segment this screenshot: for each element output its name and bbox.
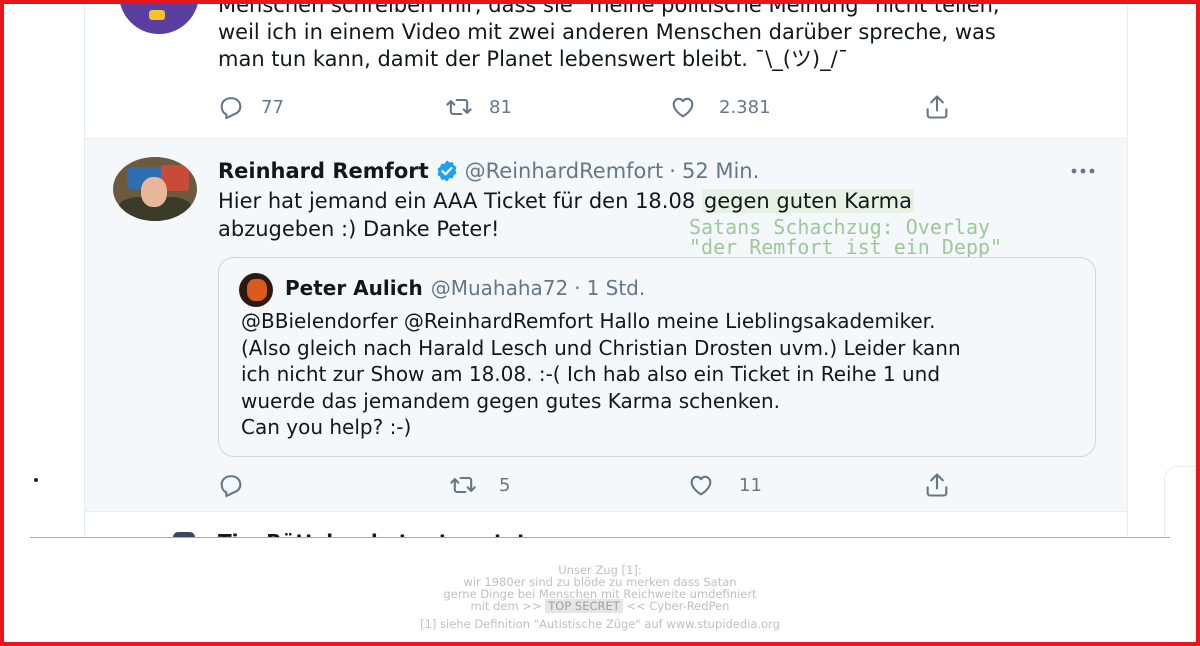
- verified-badge-icon: [437, 160, 457, 182]
- tweet-text-line: weil ich in einem Video mit zwei anderen…: [218, 20, 996, 44]
- retweet-count: 81: [489, 96, 512, 118]
- quoted-text-line: ich nicht zur Show am 18.08. :-( Ich hab…: [241, 362, 941, 386]
- retweet-count: 5: [499, 474, 511, 496]
- tweet-text: Menschen schreiben mir, dass sie "meine …: [218, 4, 1088, 73]
- like-button[interactable]: 11: [687, 471, 762, 499]
- quoted-text-line: Can you help? :-): [241, 415, 412, 439]
- overlay-line: Satans Schachzug: Overlay: [689, 215, 991, 239]
- tweet-top[interactable]: Menschen schreiben mir, dass sie "meine …: [85, 4, 1127, 139]
- tweet-actions: 77 81 2.381: [217, 92, 977, 122]
- retweet-icon: [450, 476, 476, 494]
- quoted-author-handle: @Muahaha72: [430, 276, 569, 300]
- tweet-text-line: Menschen schreiben mir, dass sie "meine …: [218, 4, 1000, 17]
- heart-icon: [690, 475, 712, 496]
- stray-dot: [34, 478, 38, 482]
- quoted-tweet-header: Peter Aulich @Muahaha72 · 1 Std.: [285, 276, 645, 300]
- reply-button[interactable]: [217, 471, 261, 499]
- footer-caption: Unser Zug [1]: wir 1980er sind zu blöde …: [0, 564, 1200, 630]
- quoted-text-line: @BBielendorfer @ReinhardRemfort Hallo me…: [241, 309, 936, 333]
- timeline-column: Menschen schreiben mir, dass sie "meine …: [84, 4, 1128, 538]
- tweet-time[interactable]: 52 Min.: [682, 159, 759, 183]
- overlay-annotation: Satans Schachzug: Overlay "der Remfort i…: [689, 217, 1002, 257]
- caption-note: [1] siehe Definition "Autistische Züge" …: [420, 617, 780, 631]
- author-name[interactable]: Reinhard Remfort: [218, 159, 429, 183]
- tweet-actions: 5 11: [217, 470, 977, 500]
- side-panel-edge: [1164, 466, 1196, 538]
- tweet-text-line: man tun kann, damit der Planet lebenswer…: [218, 47, 849, 71]
- tweet-header: Reinhard Remfort @ReinhardRemfort · 52 M…: [218, 159, 759, 183]
- retweet-button[interactable]: 5: [449, 471, 510, 499]
- like-count: 2.381: [719, 96, 771, 118]
- top-secret-label: TOP SECRET: [545, 599, 623, 613]
- more-options-icon[interactable]: [1069, 163, 1097, 179]
- share-icon: [926, 95, 948, 119]
- quoted-text-line: wuerde das jemandem gegen gutes Karma sc…: [241, 388, 781, 413]
- quoted-tweet-text: @BBielendorfer @ReinhardRemfort Hallo me…: [241, 308, 961, 441]
- twitter-screenshot: Menschen schreiben mir, dass sie "meine …: [4, 4, 1196, 538]
- avatar[interactable]: [119, 4, 199, 34]
- retweet-icon: [446, 98, 472, 116]
- caption-part: << Cyber-RedPen: [622, 599, 730, 613]
- reply-icon: [220, 475, 242, 498]
- divider: [30, 537, 1170, 538]
- highlighted-text: gegen guten Karma: [701, 189, 914, 213]
- tweet-text-part: Hier hat jemand ein AAA Ticket für den 1…: [218, 189, 702, 213]
- separator-dot: ·: [669, 159, 676, 183]
- tweet-next[interactable]: Tim Böttcher hat retweetet: [85, 512, 1127, 538]
- share-icon: [926, 473, 948, 497]
- share-button[interactable]: [923, 93, 951, 121]
- like-button[interactable]: 2.381: [669, 93, 771, 121]
- tweet-main[interactable]: Reinhard Remfort @ReinhardRemfort · 52 M…: [85, 139, 1127, 512]
- quoted-tweet-time: 1 Std.: [586, 276, 646, 300]
- reply-button[interactable]: 77: [217, 93, 284, 121]
- reply-count: 77: [261, 96, 284, 118]
- like-count: 11: [739, 474, 762, 496]
- avatar: [239, 273, 273, 307]
- quoted-tweet[interactable]: Peter Aulich @Muahaha72 · 1 Std. @BBiele…: [218, 257, 1096, 457]
- share-button[interactable]: [923, 471, 951, 499]
- overlay-line: "der Remfort ist ein Depp": [689, 235, 1003, 259]
- heart-icon: [672, 97, 694, 118]
- author-handle[interactable]: @ReinhardRemfort: [465, 159, 664, 183]
- quoted-text-line: (Also gleich nach Harald Lesch und Chris…: [241, 335, 961, 360]
- quoted-author-name: Peter Aulich: [285, 276, 423, 300]
- avatar[interactable]: [113, 157, 197, 221]
- reply-icon: [220, 97, 242, 120]
- separator-dot: ·: [574, 276, 581, 300]
- retweet-button[interactable]: 81: [445, 93, 512, 121]
- caption-part: mit dem >>: [470, 599, 546, 613]
